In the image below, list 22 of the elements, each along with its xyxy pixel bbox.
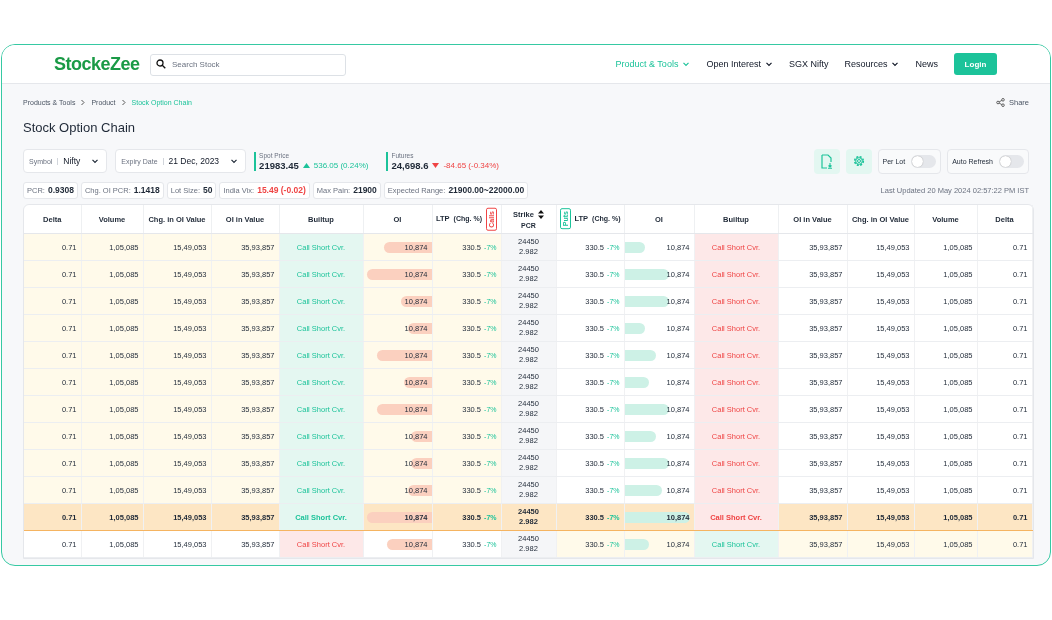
download-file-icon[interactable]	[813, 148, 840, 174]
share-icon	[996, 97, 1005, 107]
page-title: Stock Option Chain	[23, 120, 136, 137]
search-field[interactable]: Search Stock	[150, 53, 346, 76]
chevron-down-icon	[230, 157, 239, 165]
settings-icon[interactable]	[845, 148, 872, 174]
quote-value: 21983.45	[259, 159, 299, 171]
toggle-switch[interactable]	[911, 154, 937, 168]
quote-change: -84.65 (-0.34%)	[443, 160, 499, 170]
chevron-right-icon	[80, 98, 87, 106]
quote-value: 24,698.6	[391, 159, 429, 171]
logo-text[interactable]: StockeZee	[54, 53, 140, 75]
sort-icon[interactable]	[537, 209, 544, 219]
search-icon	[156, 59, 166, 69]
nav-link[interactable]: Resources	[844, 59, 900, 69]
chevron-down-icon	[91, 157, 100, 165]
toggle-switch[interactable]	[999, 154, 1024, 168]
quote-change: 536.05 (0.24%)	[313, 160, 369, 170]
nav-link[interactable]: Open Interest	[706, 59, 773, 69]
nav-link[interactable]: SGX Nifty	[788, 59, 829, 69]
nav-link[interactable]: News	[915, 59, 938, 69]
chevron-right-icon	[120, 98, 127, 106]
